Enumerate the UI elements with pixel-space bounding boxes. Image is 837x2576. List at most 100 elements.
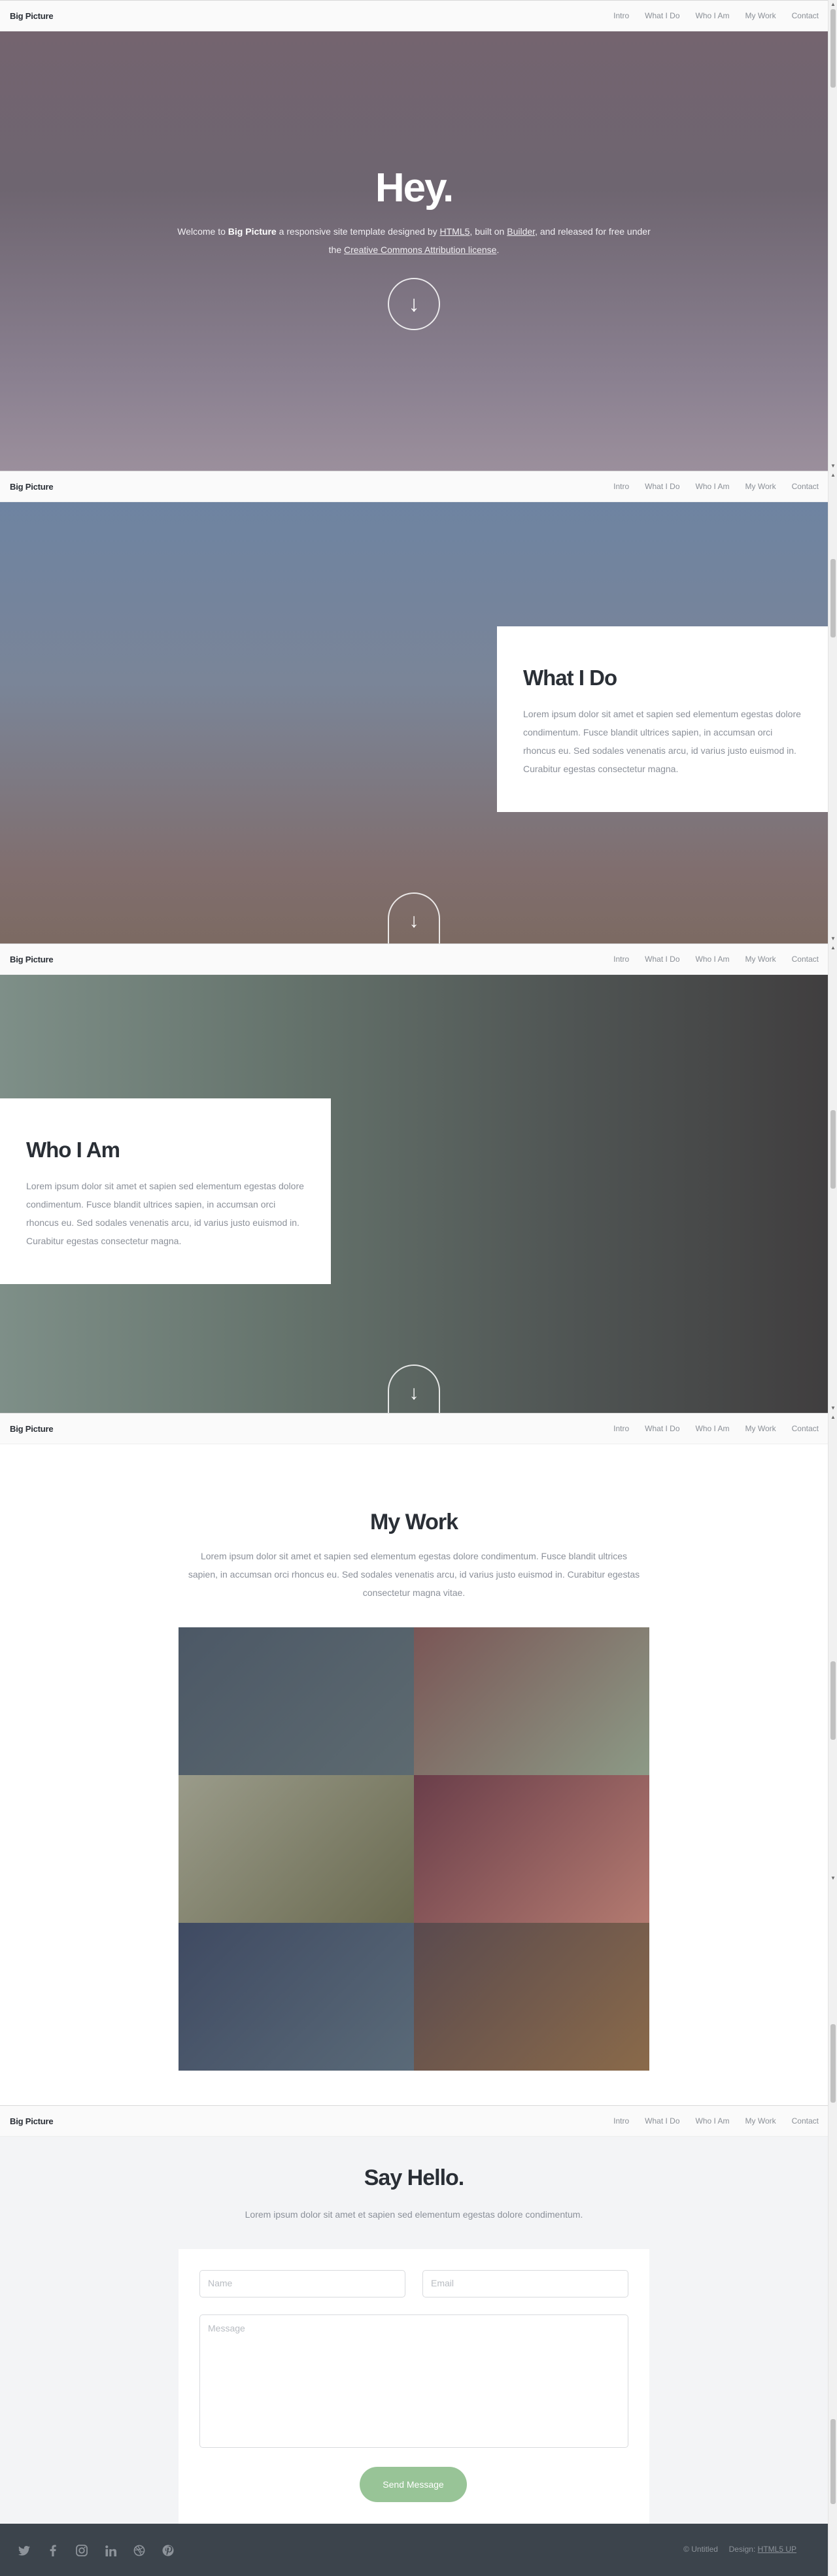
nav-link-contact[interactable]: Contact: [792, 11, 819, 20]
intro-text-part: .: [496, 245, 500, 255]
what-i-do-section: Big Picture Intro What I Do Who I Am My …: [0, 471, 828, 943]
nav-links: Intro What I Do Who I Am My Work Contact: [598, 2116, 819, 2126]
scrollbar[interactable]: ▲ ▼: [828, 1413, 837, 2105]
send-message-button[interactable]: Send Message: [360, 2467, 467, 2502]
brand-logo[interactable]: Big Picture: [10, 11, 54, 21]
contact-section: Big Picture Intro What I Do Who I Am My …: [0, 2105, 828, 2524]
contact-form: Name Email Message Send Message: [179, 2249, 649, 2524]
scroll-down-arrow-icon[interactable]: ▼: [830, 1876, 836, 1881]
contact-title: Say Hello.: [364, 2165, 465, 2190]
arrow-down-icon: ↓: [409, 910, 419, 932]
nav-link-my-work[interactable]: My Work: [745, 1424, 776, 1433]
gallery-thumbnail[interactable]: [179, 1627, 414, 1775]
design-credit-label: Design:: [728, 2545, 758, 2554]
intro-text-part: , built on: [470, 226, 507, 237]
name-field[interactable]: Name: [199, 2270, 405, 2297]
nav-link-intro[interactable]: Intro: [613, 482, 629, 491]
what-i-do-card: What I Do Lorem ipsum dolor sit amet et …: [497, 626, 828, 812]
facebook-icon[interactable]: [46, 2543, 60, 2558]
nav-link-who-i-am[interactable]: Who I Am: [696, 1424, 730, 1433]
twitter-icon[interactable]: [17, 2543, 31, 2558]
gallery-thumbnail[interactable]: [414, 1627, 649, 1775]
scrollbar-thumb[interactable]: [830, 1661, 836, 1740]
nav-link-who-i-am[interactable]: Who I Am: [696, 2116, 730, 2126]
scroll-down-arrow-icon[interactable]: ▼: [830, 936, 836, 941]
instagram-icon[interactable]: [75, 2543, 89, 2558]
gallery-thumbnail[interactable]: [414, 1775, 649, 1923]
nav-link-intro[interactable]: Intro: [613, 955, 629, 964]
scrollbar-thumb[interactable]: [830, 1110, 836, 1189]
arrow-down-icon: ↓: [409, 1382, 419, 1404]
navbar: Big Picture Intro What I Do Who I Am My …: [0, 0, 828, 31]
nav-link-what-i-do[interactable]: What I Do: [645, 11, 679, 20]
scrollbar[interactable]: ▲ ▼: [828, 0, 837, 471]
nav-link-who-i-am[interactable]: Who I Am: [696, 482, 730, 491]
nav-link-my-work[interactable]: My Work: [745, 482, 776, 491]
dribbble-icon[interactable]: [132, 2543, 146, 2558]
nav-link-my-work[interactable]: My Work: [745, 955, 776, 964]
scroll-up-arrow-icon[interactable]: ▲: [830, 945, 836, 951]
scroll-down-button[interactable]: ↓: [388, 278, 440, 330]
my-work-title: My Work: [369, 1510, 458, 1534]
scroll-up-arrow-icon[interactable]: ▲: [830, 1415, 836, 1420]
nav-link-contact[interactable]: Contact: [792, 1424, 819, 1433]
linkedin-icon[interactable]: [103, 2543, 118, 2558]
nav-link-my-work[interactable]: My Work: [745, 11, 776, 20]
nav-link-intro[interactable]: Intro: [613, 11, 629, 20]
scrollbar-thumb[interactable]: [830, 2419, 836, 2504]
my-work-section: Big Picture Intro What I Do Who I Am My …: [0, 1413, 828, 2105]
scroll-down-button[interactable]: ↓: [388, 1364, 440, 1413]
gallery-thumbnail[interactable]: [414, 1923, 649, 2071]
gallery-thumbnail[interactable]: [179, 1923, 414, 2071]
scroll-up-arrow-icon[interactable]: ▲: [830, 473, 836, 478]
nav-link-what-i-do[interactable]: What I Do: [645, 955, 679, 964]
pinterest-icon[interactable]: [161, 2543, 175, 2558]
nav-link-who-i-am[interactable]: Who I Am: [696, 11, 730, 20]
copyright-text: © Untitled: [683, 2545, 718, 2554]
arrow-down-icon: ↓: [408, 291, 420, 316]
nav-links: Intro What I Do Who I Am My Work Contact: [598, 955, 819, 964]
navbar: Big Picture Intro What I Do Who I Am My …: [0, 471, 828, 502]
navbar: Big Picture Intro What I Do Who I Am My …: [0, 943, 828, 975]
nav-link-contact[interactable]: Contact: [792, 482, 819, 491]
navbar: Big Picture Intro What I Do Who I Am My …: [0, 2105, 828, 2137]
scrollbar[interactable]: [828, 2105, 837, 2576]
builder-link[interactable]: Builder: [507, 226, 535, 237]
scrollbar-thumb[interactable]: [830, 9, 836, 88]
scrollbar[interactable]: ▲ ▼: [828, 943, 837, 1413]
contact-subtitle: Lorem ipsum dolor sit amet et sapien sed…: [245, 2209, 583, 2220]
message-field[interactable]: Message: [199, 2314, 628, 2448]
who-i-am-body: Lorem ipsum dolor sit amet et sapien sed…: [26, 1181, 304, 1246]
scrollbar[interactable]: ▲ ▼: [828, 471, 837, 943]
brand-logo[interactable]: Big Picture: [10, 2116, 54, 2126]
brand-logo[interactable]: Big Picture: [10, 482, 54, 492]
scroll-down-arrow-icon[interactable]: ▼: [830, 464, 836, 469]
nav-link-what-i-do[interactable]: What I Do: [645, 482, 679, 491]
brand-logo[interactable]: Big Picture: [10, 955, 54, 964]
what-i-do-title: What I Do: [523, 666, 617, 690]
navbar: Big Picture Intro What I Do Who I Am My …: [0, 1413, 828, 1444]
nav-link-intro[interactable]: Intro: [613, 2116, 629, 2126]
scrollbar-thumb[interactable]: [830, 2024, 836, 2103]
email-field[interactable]: Email: [422, 2270, 628, 2297]
work-gallery: [179, 1627, 649, 2071]
scroll-down-arrow-icon[interactable]: ▼: [830, 1406, 836, 1411]
design-credit-link[interactable]: HTML5 UP: [758, 2545, 796, 2554]
gallery-thumbnail[interactable]: [179, 1775, 414, 1923]
nav-link-contact[interactable]: Contact: [792, 955, 819, 964]
nav-link-intro[interactable]: Intro: [613, 1424, 629, 1433]
scroll-down-button[interactable]: ↓: [388, 892, 440, 943]
nav-link-my-work[interactable]: My Work: [745, 2116, 776, 2126]
scrollbar-thumb[interactable]: [830, 559, 836, 637]
brand-logo[interactable]: Big Picture: [10, 1424, 54, 1434]
footer: © Untitled Design: HTML5 UP: [0, 2524, 828, 2576]
nav-link-contact[interactable]: Contact: [792, 2116, 819, 2126]
nav-link-who-i-am[interactable]: Who I Am: [696, 955, 730, 964]
license-link[interactable]: Creative Commons Attribution license: [344, 245, 496, 255]
scroll-up-arrow-icon[interactable]: ▲: [830, 2, 836, 7]
html5-link[interactable]: HTML5: [440, 226, 470, 237]
intro-section: Big Picture Intro What I Do Who I Am My …: [0, 0, 828, 471]
intro-text-part: Welcome to: [177, 226, 228, 237]
nav-link-what-i-do[interactable]: What I Do: [645, 1424, 679, 1433]
nav-link-what-i-do[interactable]: What I Do: [645, 2116, 679, 2126]
